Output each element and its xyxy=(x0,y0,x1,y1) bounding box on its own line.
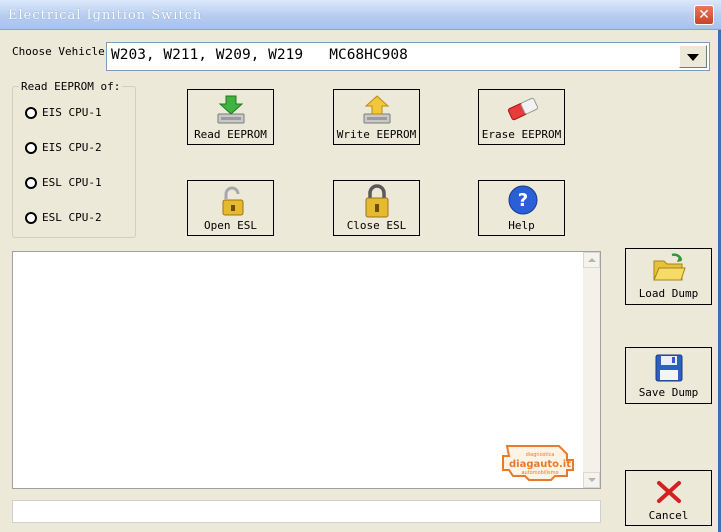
locked-padlock-icon xyxy=(365,184,389,218)
radio-label-esl-cpu-1[interactable]: ESL CPU-1 xyxy=(42,176,102,189)
radio-label-esl-cpu-2[interactable]: ESL CPU-2 xyxy=(42,211,102,224)
read-eeprom-label: Read EEPROM xyxy=(194,128,267,141)
write-eeprom-button[interactable]: Write EEPROM xyxy=(333,89,420,145)
watermark-top: diagnostica xyxy=(526,452,555,458)
close-button[interactable]: ✕ xyxy=(694,5,714,25)
scroll-up-button[interactable] xyxy=(583,252,600,268)
help-label: Help xyxy=(508,219,535,232)
radio-esl-cpu-1[interactable] xyxy=(25,177,37,189)
cancel-button[interactable]: Cancel xyxy=(625,470,712,526)
radio-label-eis-cpu-1[interactable]: EIS CPU-1 xyxy=(42,106,102,119)
choose-vehicle-label: Choose Vehicle xyxy=(12,45,105,58)
vehicle-select-dropdown-button[interactable] xyxy=(679,45,707,68)
vehicle-select[interactable]: W203, W211, W209, W219 MC68HC908 xyxy=(106,42,710,71)
open-folder-icon xyxy=(653,253,686,281)
floppy-disk-icon xyxy=(655,354,683,382)
vehicle-select-value: W203, W211, W209, W219 MC68HC908 xyxy=(111,47,408,63)
close-esl-button[interactable]: Close ESL xyxy=(333,180,420,236)
erase-eeprom-label: Erase EEPROM xyxy=(481,128,562,141)
watermark-bottom: automobilismo xyxy=(521,470,558,476)
scroll-down-button[interactable] xyxy=(583,472,600,488)
unlocked-padlock-icon xyxy=(222,186,244,216)
eraser-icon xyxy=(507,97,539,121)
watermark-main: diagauto.it xyxy=(509,459,571,470)
open-esl-label: Open ESL xyxy=(204,219,257,232)
cancel-label: Cancel xyxy=(648,509,689,522)
status-field[interactable] xyxy=(12,500,601,523)
radio-label-eis-cpu-2[interactable]: EIS CPU-2 xyxy=(42,141,102,154)
radio-esl-cpu-2[interactable] xyxy=(25,212,37,224)
help-button[interactable]: ? Help xyxy=(478,180,565,236)
question-icon: ? xyxy=(508,185,538,215)
load-dump-label: Load Dump xyxy=(638,287,699,300)
radio-eis-cpu-1[interactable] xyxy=(25,107,37,119)
save-dump-button[interactable]: Save Dump xyxy=(625,347,712,404)
erase-eeprom-button[interactable]: Erase EEPROM xyxy=(478,89,565,145)
read-eeprom-button[interactable]: Read EEPROM xyxy=(187,89,274,145)
log-scrollbar[interactable] xyxy=(583,252,600,488)
save-dump-label: Save Dump xyxy=(638,386,699,399)
radio-eis-cpu-2[interactable] xyxy=(25,142,37,154)
write-eeprom-label: Write EEPROM xyxy=(336,128,417,141)
red-x-icon xyxy=(657,481,681,503)
read-eeprom-group-title: Read EEPROM of: xyxy=(19,80,123,93)
chip-download-icon xyxy=(217,95,245,124)
load-dump-button[interactable]: Load Dump xyxy=(625,248,712,305)
title-bar: Electrical Ignition Switch ✕ xyxy=(0,0,721,30)
diagauto-logo: diagnostica diagauto.it automobilismo xyxy=(502,445,574,481)
close-esl-label: Close ESL xyxy=(346,219,407,232)
main-window: Electrical Ignition Switch ✕ Choose Vehi… xyxy=(0,0,721,532)
chip-upload-icon xyxy=(363,95,391,124)
window-title: Electrical Ignition Switch xyxy=(8,8,203,23)
svg-text:?: ? xyxy=(518,190,528,211)
open-esl-button[interactable]: Open ESL xyxy=(187,180,274,236)
